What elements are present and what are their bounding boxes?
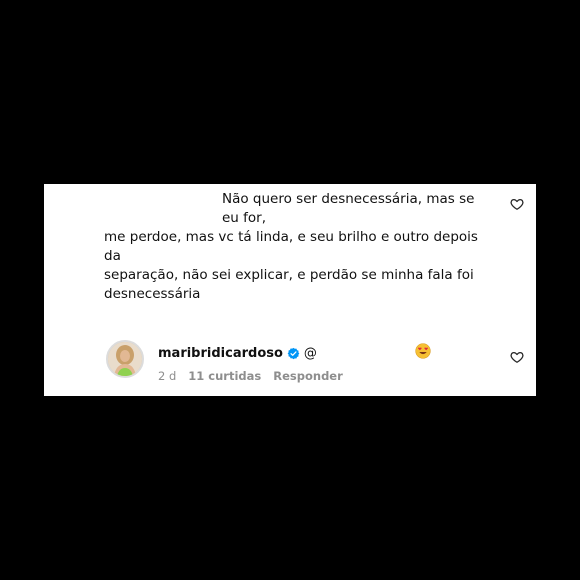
avatar[interactable] bbox=[106, 340, 144, 378]
mention[interactable]: @ bbox=[304, 346, 317, 361]
reply-meta: 2 d 11 curtidas Responder bbox=[158, 369, 343, 383]
username[interactable]: maribridicardoso bbox=[158, 346, 283, 361]
comment-line: me perdoe, mas vc tá linda, e seu brilho… bbox=[104, 229, 478, 264]
likes-count[interactable]: 11 curtidas bbox=[188, 369, 261, 383]
comment-line: Não quero ser desnecessária, mas se eu f… bbox=[222, 191, 475, 226]
timestamp: 2 d bbox=[158, 369, 177, 383]
comment-line: desnecessária bbox=[104, 286, 201, 302]
like-heart-icon[interactable] bbox=[510, 197, 524, 211]
reply-header: maribridicardoso @ bbox=[158, 344, 317, 362]
reply-button[interactable]: Responder bbox=[273, 369, 343, 383]
heart-eyes-emoji-icon bbox=[415, 343, 431, 359]
verified-badge-icon bbox=[287, 347, 300, 360]
comment-card: Não quero ser desnecessária, mas se eu f… bbox=[44, 184, 536, 396]
comment-text: Não quero ser desnecessária, mas se eu f… bbox=[104, 190, 494, 304]
comment-line: separação, não sei explicar, e perdão se… bbox=[104, 267, 474, 283]
like-heart-icon[interactable] bbox=[510, 350, 524, 364]
